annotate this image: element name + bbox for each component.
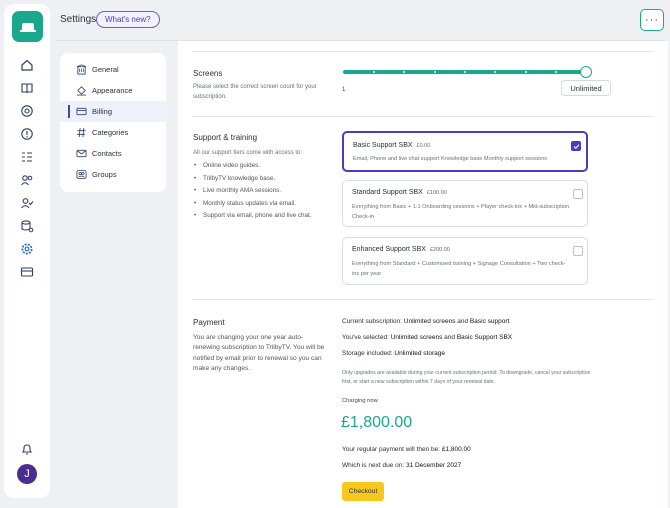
- credit-card-icon: [76, 107, 87, 116]
- page-title: Settings: [60, 14, 97, 25]
- tier-name: Enhanced Support SBX £200.00: [352, 246, 450, 253]
- charge-amount: £1,800.00: [341, 414, 413, 431]
- storage-included: Storage included: Unlimited storage: [342, 350, 445, 357]
- billing-panel: Screens Please select the correct screen…: [178, 41, 668, 508]
- billing-card-icon[interactable]: [19, 264, 35, 280]
- list-item: Support via email, phone and live chat.: [193, 212, 312, 225]
- tier-checkbox[interactable]: [573, 189, 583, 199]
- schedule-icon[interactable]: [19, 149, 35, 165]
- nav-item-appearance[interactable]: Appearance: [60, 80, 166, 101]
- tier-checkbox[interactable]: [573, 246, 583, 256]
- database-settings-icon[interactable]: [19, 218, 35, 234]
- slider-min-label: 1: [342, 87, 346, 93]
- section-divider: [192, 51, 654, 52]
- checkout-button[interactable]: Checkout: [342, 482, 384, 501]
- nav-item-categories[interactable]: Categories: [60, 122, 166, 143]
- tier-card-standard[interactable]: Standard Support SBX £100.00 Everything f…: [342, 180, 588, 227]
- user-check-icon[interactable]: [19, 195, 35, 211]
- tier-name: Standard Support SBX £100.00: [352, 189, 447, 196]
- whats-new-button[interactable]: What's new?: [96, 11, 160, 28]
- tier-price: £200.00: [429, 247, 450, 253]
- envelope-icon: [76, 149, 87, 158]
- tier-card-enhanced[interactable]: Enhanced Support SBX £200.00 Everything f…: [342, 237, 588, 285]
- nav-item-label: Billing: [92, 107, 113, 116]
- target-icon[interactable]: [19, 103, 35, 119]
- trilby-logo-icon[interactable]: [12, 11, 43, 42]
- list-item: Online video guides.: [193, 162, 312, 175]
- support-title: Support & training: [193, 133, 258, 142]
- tier-description: Email, Phone and live chat support Knowl…: [353, 156, 548, 162]
- list-item: Monthly status updates via email.: [193, 200, 312, 213]
- section-divider: [192, 299, 654, 300]
- selected-subscription: You've selected: Unlimited screens and B…: [342, 334, 513, 341]
- nav-item-label: Groups: [92, 170, 117, 179]
- nav-item-general[interactable]: General: [60, 59, 166, 80]
- more-options-button[interactable]: ···: [640, 9, 664, 31]
- nav-item-label: Appearance: [92, 86, 133, 95]
- section-divider: [192, 116, 654, 117]
- payment-title: Payment: [193, 318, 225, 327]
- next-due-date: Which is next due on: 31 December 2027: [342, 462, 462, 469]
- paint-bucket-icon: [76, 86, 87, 96]
- bell-icon[interactable]: [19, 441, 35, 457]
- groups-icon: [76, 169, 87, 180]
- upgrade-note: Only upgrades are available during your …: [342, 370, 591, 385]
- screens-slider-handle[interactable]: [580, 66, 592, 78]
- alert-icon[interactable]: [19, 126, 35, 142]
- nav-item-groups[interactable]: Groups: [60, 164, 166, 185]
- screens-description: Please select the correct screen count f…: [193, 84, 317, 100]
- regular-payment: Your regular payment will then be: £1,80…: [342, 446, 471, 453]
- nav-item-label: Categories: [92, 128, 129, 137]
- nav-item-label: Contacts: [92, 149, 122, 158]
- nav-item-label: General: [92, 65, 119, 74]
- list-item: TrilbyTV knowledge base.: [193, 175, 312, 188]
- payment-description: You are changing your one year auto-rene…: [193, 334, 325, 373]
- hashtag-icon: [76, 127, 86, 138]
- users-icon[interactable]: [19, 172, 35, 188]
- current-subscription: Current subscription: Unlimited screens …: [342, 318, 510, 325]
- home-icon[interactable]: [19, 57, 35, 73]
- charging-label: Charging now: [342, 398, 378, 404]
- nav-item-billing[interactable]: Billing: [60, 101, 166, 122]
- support-intro: All our support tiers come with access t…: [193, 150, 303, 156]
- screens-title: Screens: [193, 69, 223, 78]
- gear-icon[interactable]: [19, 241, 35, 257]
- tier-description: Everything from Basic + 1:1 Onboarding s…: [352, 204, 570, 220]
- book-icon[interactable]: [19, 80, 35, 96]
- nav-item-contacts[interactable]: Contacts: [60, 143, 166, 164]
- tier-description: Everything from Standard + Customised tr…: [352, 261, 566, 277]
- support-benefits-list: Online video guides. TrilbyTV knowledge …: [193, 162, 312, 225]
- tier-price: £0.00: [416, 143, 431, 149]
- screens-count-input[interactable]: Unlimited: [561, 80, 611, 96]
- tier-price: £100.00: [426, 190, 447, 196]
- avatar[interactable]: J: [17, 464, 37, 484]
- building-icon: [76, 64, 87, 75]
- screens-slider[interactable]: [343, 70, 587, 74]
- tier-card-basic[interactable]: Basic Support SBX £0.00 Email, Phone and …: [342, 131, 588, 172]
- app-rail: J: [4, 4, 50, 498]
- tier-checkbox[interactable]: [571, 141, 581, 151]
- settings-nav: General Appearance Billing Categories Co…: [60, 53, 166, 192]
- tier-name: Basic Support SBX £0.00: [353, 142, 431, 149]
- list-item: Live monthly AMA sessions.: [193, 187, 312, 200]
